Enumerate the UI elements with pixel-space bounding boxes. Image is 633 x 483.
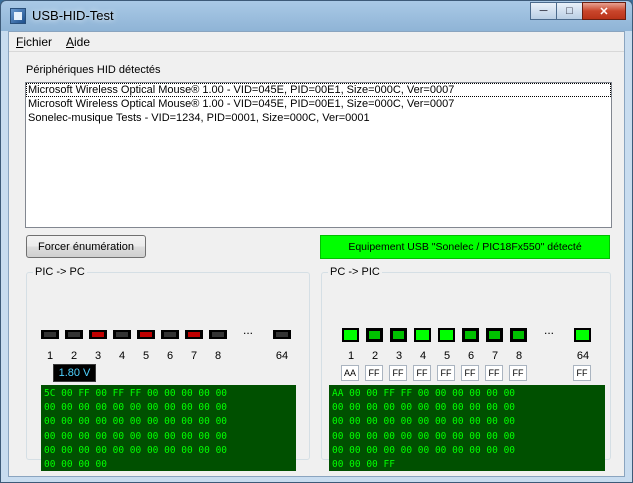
pc-byte-input-1[interactable]: AA xyxy=(341,365,359,381)
pc-to-pic-title: PC -> PIC xyxy=(328,266,382,278)
pic-bit-number: 5 xyxy=(142,350,150,362)
list-item[interactable]: Sonelec-musique Tests - VID=1234, PID=00… xyxy=(26,111,611,125)
pc-bit-number: 1 xyxy=(347,350,355,362)
maximize-icon: □ xyxy=(566,5,573,17)
pic-bit-number: 3 xyxy=(94,350,102,362)
window-controls: ─ □ ✕ xyxy=(530,2,626,20)
pic-led-2 xyxy=(65,330,83,339)
pc-bit-number: 2 xyxy=(371,350,379,362)
pc-bit-number: 8 xyxy=(515,350,523,362)
pc-output-toggle-3[interactable] xyxy=(390,328,407,342)
hid-devices-list[interactable]: Microsoft Wireless Optical Mouse® 1.00 -… xyxy=(25,82,612,228)
pic-bit-number-64: 64 xyxy=(275,350,289,362)
pc-ellipsis: ... xyxy=(544,323,555,337)
pic-bit-number: 8 xyxy=(214,350,222,362)
menu-aide[interactable]: Aide xyxy=(66,35,90,49)
pic-led-3 xyxy=(89,330,107,339)
pc-output-toggle-64[interactable] xyxy=(574,328,591,342)
pc-output-toggle-2[interactable] xyxy=(366,328,383,342)
pic-led-8 xyxy=(209,330,227,339)
close-button[interactable]: ✕ xyxy=(582,2,626,20)
menu-fichier[interactable]: Fichier xyxy=(16,35,52,49)
pc-byte-input-2[interactable]: FF xyxy=(365,365,383,381)
pc-byte-input-5[interactable]: FF xyxy=(437,365,455,381)
app-icon xyxy=(10,8,26,24)
pic-bit-number: 1 xyxy=(46,350,54,362)
pc-bit-number: 3 xyxy=(395,350,403,362)
app-window: USB-HID-Test ─ □ ✕ Fichier Aide Périphér… xyxy=(0,0,633,483)
pic-ellipsis: ... xyxy=(243,323,254,337)
close-icon: ✕ xyxy=(599,5,609,18)
list-item[interactable]: Microsoft Wireless Optical Mouse® 1.00 -… xyxy=(26,83,611,97)
pic-to-pc-group: PIC -> PC 1 2 3 4 5 6 7 8... 64 1.80 V 5C 00 FF … xyxy=(26,266,310,471)
pic-led-5 xyxy=(137,330,155,339)
pic-led-4 xyxy=(113,330,131,339)
pc-bit-number: 4 xyxy=(419,350,427,362)
pic-led-64 xyxy=(273,330,291,339)
pc-output-toggle-8[interactable] xyxy=(510,328,527,342)
pc-to-pic-group: PC -> PIC 1 AA 2 FF 3 FF 4 FF 5 FF 6 FF 7 FF 8 FF... 64 F… xyxy=(321,266,611,471)
client-area: Fichier Aide Périphériques HID détectés … xyxy=(8,31,625,477)
menu-bar: Fichier Aide xyxy=(9,32,624,52)
pc-output-toggle-7[interactable] xyxy=(486,328,503,342)
pic-to-pc-title: PIC -> PC xyxy=(33,266,87,278)
pc-output-toggle-5[interactable] xyxy=(438,328,455,342)
pc-byte-input-6[interactable]: FF xyxy=(461,365,479,381)
menu-aide-label: ide xyxy=(74,35,91,49)
list-item[interactable]: Microsoft Wireless Optical Mouse® 1.00 -… xyxy=(26,97,611,111)
pc-bit-number-64: 64 xyxy=(576,350,590,362)
pic-bit-number: 2 xyxy=(70,350,78,362)
pic-to-pc-hex-dump: 5C 00 FF 00 FF FF 00 00 00 00 00 00 00 0… xyxy=(41,385,296,471)
pc-byte-input-7[interactable]: FF xyxy=(485,365,503,381)
pic-bit-number: 6 xyxy=(166,350,174,362)
pic-led-6 xyxy=(161,330,179,339)
pc-bit-number: 7 xyxy=(491,350,499,362)
pc-byte-input-4[interactable]: FF xyxy=(413,365,431,381)
window-title: USB-HID-Test xyxy=(32,8,114,23)
pic-bit-number: 4 xyxy=(118,350,126,362)
pc-to-pic-hex-dump: AA 00 00 FF FF 00 00 00 00 00 00 00 00 0… xyxy=(329,385,605,471)
device-status-indicator: Equipement USB "Sonelec / PIC18Fx550" dé… xyxy=(320,235,610,259)
minimize-icon: ─ xyxy=(539,5,548,17)
pc-output-toggle-1[interactable] xyxy=(342,328,359,342)
title-bar[interactable]: USB-HID-Test ─ □ ✕ xyxy=(1,1,632,31)
pic-bit-number: 7 xyxy=(190,350,198,362)
pc-bit-number: 5 xyxy=(443,350,451,362)
pc-output-toggle-4[interactable] xyxy=(414,328,431,342)
pic-led-7 xyxy=(185,330,203,339)
minimize-button[interactable]: ─ xyxy=(530,2,556,20)
menu-aide-accel: A xyxy=(66,35,75,49)
pc-byte-input-64[interactable]: FF xyxy=(573,365,591,381)
voltage-display: 1.80 V xyxy=(53,364,96,382)
pc-bit-number: 6 xyxy=(467,350,475,362)
force-enumeration-button[interactable]: Forcer énumération xyxy=(26,235,146,258)
maximize-button[interactable]: □ xyxy=(556,2,582,20)
hid-devices-label: Périphériques HID détectés xyxy=(26,64,161,76)
pic-led-1 xyxy=(41,330,59,339)
menu-fichier-label: ichier xyxy=(23,35,53,49)
pc-byte-input-3[interactable]: FF xyxy=(389,365,407,381)
pc-byte-input-8[interactable]: FF xyxy=(509,365,527,381)
pc-output-toggle-6[interactable] xyxy=(462,328,479,342)
